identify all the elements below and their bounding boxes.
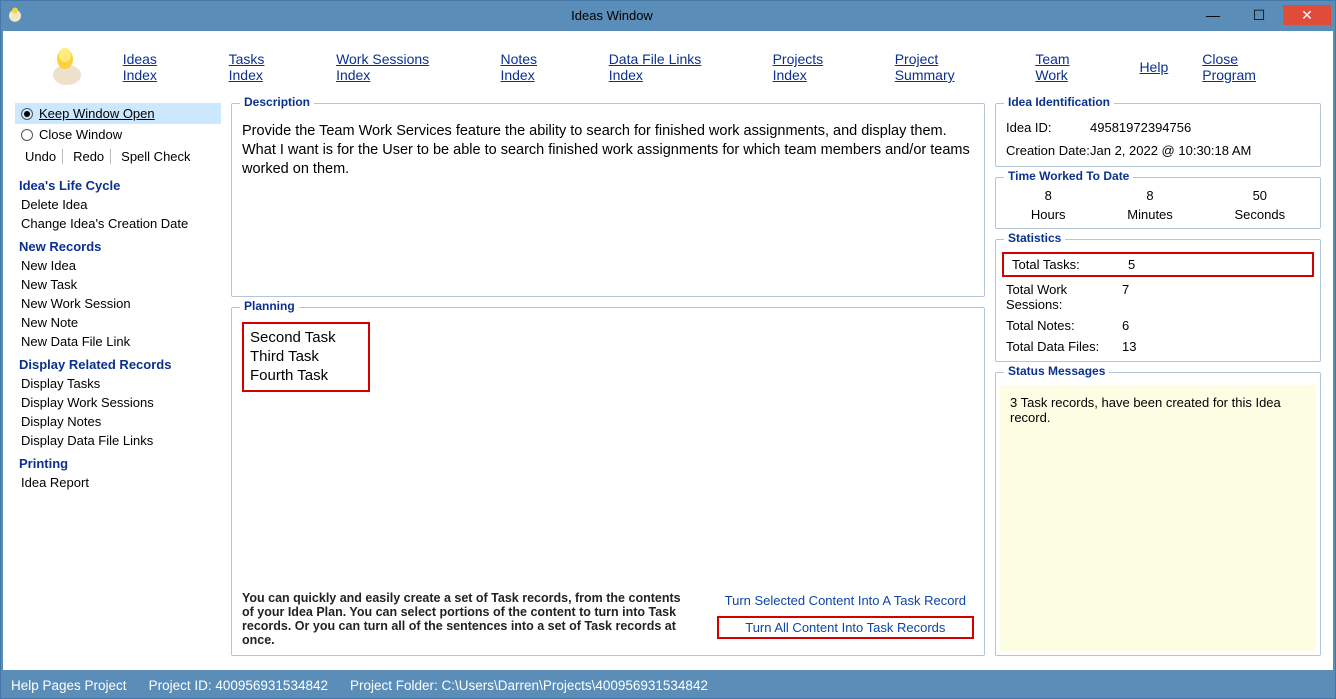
- link-idea-report[interactable]: Idea Report: [15, 473, 221, 492]
- lightbulb-head-icon: [41, 43, 89, 91]
- time-worked-fieldset: Time Worked To Date 8Hours 8Minutes 50Se…: [995, 177, 1321, 229]
- window-title: Ideas Window: [33, 8, 1191, 23]
- heading-new-records: New Records: [15, 233, 221, 256]
- turn-selected-button[interactable]: Turn Selected Content Into A Task Record: [717, 591, 974, 610]
- link-new-idea[interactable]: New Idea: [15, 256, 221, 275]
- total-work-sessions-value: 7: [1122, 282, 1129, 312]
- description-fieldset: Description Provide the Team Work Servic…: [231, 103, 985, 297]
- undo-button[interactable]: Undo: [19, 149, 63, 164]
- radio-icon: [21, 108, 33, 120]
- minutes-value: 8: [1127, 188, 1173, 203]
- minimize-button[interactable]: —: [1191, 5, 1235, 25]
- link-change-creation-date[interactable]: Change Idea's Creation Date: [15, 214, 221, 233]
- planning-fieldset: Planning Second Task Third Task Fourth T…: [231, 307, 985, 656]
- radio-keep-window-open[interactable]: Keep Window Open: [15, 103, 221, 124]
- planning-task-item: Fourth Task: [250, 366, 362, 385]
- hours-label: Hours: [1031, 207, 1066, 222]
- menu-notes-index[interactable]: Notes Index: [500, 51, 574, 83]
- identification-legend: Idea Identification: [1004, 95, 1114, 109]
- statusbar: Help Pages Project Project ID: 400956931…: [1, 672, 1335, 698]
- menu-work-sessions-index[interactable]: Work Sessions Index: [336, 51, 466, 83]
- status-project-folder: Project Folder: C:\Users\Darren\Projects…: [350, 678, 708, 693]
- creation-date-label: Creation Date:: [1006, 143, 1090, 158]
- creation-date-value: Jan 2, 2022 @ 10:30:18 AM: [1090, 143, 1251, 158]
- seconds-label: Seconds: [1235, 207, 1286, 222]
- planning-content[interactable]: Second Task Third Task Fourth Task You c…: [232, 308, 984, 655]
- sidebar: Keep Window Open Close Window Undo Redo …: [15, 103, 221, 666]
- redo-button[interactable]: Redo: [67, 149, 111, 164]
- radio-label: Keep Window Open: [39, 106, 155, 121]
- seconds-value: 50: [1235, 188, 1286, 203]
- menu-ideas-index[interactable]: Ideas Index: [123, 51, 195, 83]
- maximize-button[interactable]: ☐: [1237, 5, 1281, 25]
- close-button[interactable]: ✕: [1283, 5, 1331, 25]
- link-new-task[interactable]: New Task: [15, 275, 221, 294]
- link-display-notes[interactable]: Display Notes: [15, 412, 221, 431]
- menu-tasks-index[interactable]: Tasks Index: [229, 51, 302, 83]
- radio-icon: [21, 129, 33, 141]
- total-data-files-label: Total Data Files:: [1006, 339, 1122, 354]
- total-tasks-label: Total Tasks:: [1012, 257, 1128, 272]
- menu-projects-index[interactable]: Projects Index: [773, 51, 861, 83]
- link-display-work-sessions[interactable]: Display Work Sessions: [15, 393, 221, 412]
- planning-hint: You can quickly and easily create a set …: [242, 591, 682, 647]
- radio-label: Close Window: [39, 127, 122, 142]
- planning-task-item: Third Task: [250, 347, 362, 366]
- total-data-files-value: 13: [1122, 339, 1136, 354]
- heading-life-cycle: Idea's Life Cycle: [15, 172, 221, 195]
- minutes-label: Minutes: [1127, 207, 1173, 222]
- status-help-pages[interactable]: Help Pages Project: [11, 678, 127, 693]
- status-legend: Status Messages: [1004, 364, 1109, 378]
- ideas-window: Ideas Window — ☐ ✕ Ideas Index Tasks Ind…: [0, 0, 1336, 699]
- total-tasks-value: 5: [1128, 257, 1135, 272]
- hours-value: 8: [1031, 188, 1066, 203]
- titlebar: Ideas Window — ☐ ✕: [1, 1, 1335, 29]
- content-area: Ideas Index Tasks Index Work Sessions In…: [3, 31, 1333, 670]
- total-notes-value: 6: [1122, 318, 1129, 333]
- identification-fieldset: Idea Identification Idea ID:495819723947…: [995, 103, 1321, 167]
- status-messages-fieldset: Status Messages 3 Task records, have bee…: [995, 372, 1321, 656]
- radio-close-window[interactable]: Close Window: [15, 124, 221, 145]
- menu-team-work[interactable]: Team Work: [1035, 51, 1105, 83]
- link-display-tasks[interactable]: Display Tasks: [15, 374, 221, 393]
- statistics-legend: Statistics: [1004, 231, 1065, 245]
- status-project-id: Project ID: 400956931534842: [149, 678, 328, 693]
- time-worked-legend: Time Worked To Date: [1004, 169, 1133, 183]
- total-notes-label: Total Notes:: [1006, 318, 1122, 333]
- planning-task-item: Second Task: [250, 328, 362, 347]
- menu-data-file-links-index[interactable]: Data File Links Index: [609, 51, 739, 83]
- status-message: 3 Task records, have been created for th…: [1000, 385, 1316, 651]
- turn-all-button[interactable]: Turn All Content Into Task Records: [717, 616, 974, 639]
- menubar: Ideas Index Tasks Index Work Sessions In…: [3, 31, 1333, 103]
- menu-help[interactable]: Help: [1139, 59, 1168, 75]
- link-new-work-session[interactable]: New Work Session: [15, 294, 221, 313]
- menu-project-summary[interactable]: Project Summary: [895, 51, 1002, 83]
- idea-id-value: 49581972394756: [1090, 120, 1191, 135]
- description-legend: Description: [240, 95, 314, 109]
- app-head-icon: [5, 5, 25, 25]
- menu-close-program[interactable]: Close Program: [1202, 51, 1295, 83]
- link-display-data-file-links[interactable]: Display Data File Links: [15, 431, 221, 450]
- spell-check-button[interactable]: Spell Check: [115, 149, 196, 164]
- heading-display-related: Display Related Records: [15, 351, 221, 374]
- description-text[interactable]: Provide the Team Work Services feature t…: [232, 104, 984, 296]
- total-work-sessions-label: Total Work Sessions:: [1006, 282, 1122, 312]
- link-delete-idea[interactable]: Delete Idea: [15, 195, 221, 214]
- statistics-fieldset: Statistics Total Tasks:5 Total Work Sess…: [995, 239, 1321, 362]
- link-new-note[interactable]: New Note: [15, 313, 221, 332]
- link-new-data-file-link[interactable]: New Data File Link: [15, 332, 221, 351]
- planning-task-list: Second Task Third Task Fourth Task: [242, 322, 370, 392]
- idea-id-label: Idea ID:: [1006, 120, 1090, 135]
- planning-legend: Planning: [240, 299, 299, 313]
- heading-printing: Printing: [15, 450, 221, 473]
